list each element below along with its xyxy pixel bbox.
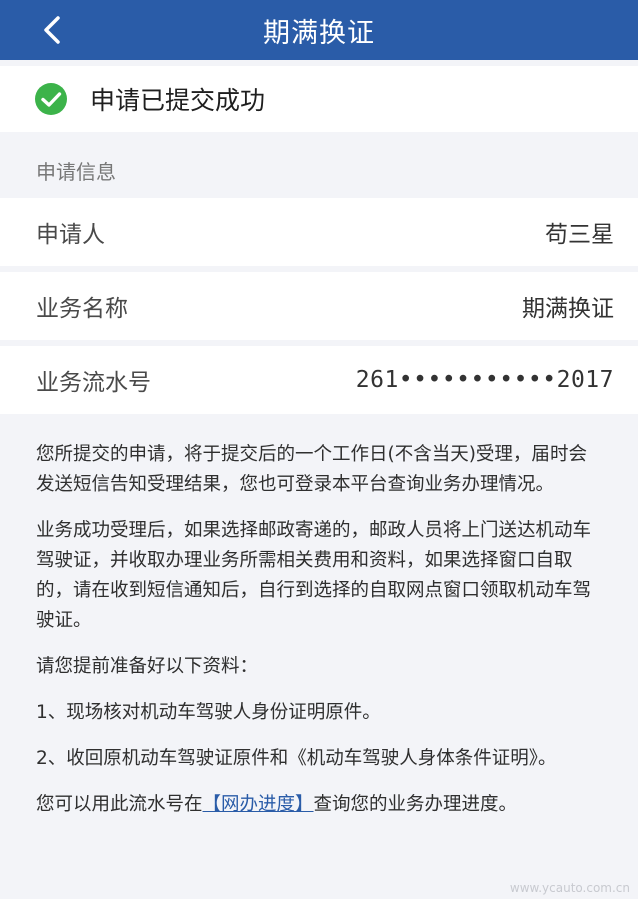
requirement-item: 2、收回原机动车驾驶证原件和《机动车驾驶人身体条件证明》。: [36, 748, 557, 769]
top-nav-bar: 期满换证: [0, 0, 638, 60]
info-row-business-name: 业务名称 期满换证: [0, 272, 638, 340]
requirement-item: 1、现场核对机动车驾驶人身份证明原件。: [36, 702, 381, 723]
progress-hint: 您可以用此流水号在【网办进度】查询您的业务办理进度。: [36, 790, 604, 820]
progress-link[interactable]: 【网办进度】: [203, 794, 314, 815]
check-circle-icon: [34, 82, 68, 116]
notice-panel: 您所提交的申请，将于提交后的一个工作日(不含当天)受理，届时会发送短信告知受理结…: [0, 416, 638, 899]
back-button[interactable]: [28, 6, 76, 54]
notice-paragraph: 业务成功受理后，如果选择邮政寄递的，邮政人员将上门送达机动车驾驶证，并收取办理业…: [36, 520, 592, 631]
applicant-value: 苟三星: [545, 222, 614, 248]
section-title: 申请信息: [36, 160, 116, 184]
notice-paragraph: 您所提交的申请，将于提交后的一个工作日(不含当天)受理，届时会发送短信告知受理结…: [36, 444, 587, 495]
page-title: 期满换证: [263, 17, 375, 49]
serial-number-value: 261•••••••••••2017: [355, 367, 614, 393]
serial-number-label: 业务流水号: [36, 370, 151, 396]
notice-paragraph: 请您提前准备好以下资料：: [36, 656, 259, 677]
business-name-value: 期满换证: [522, 296, 614, 322]
success-banner: 申请已提交成功: [0, 66, 638, 132]
progress-hint-suffix: 查询您的业务办理进度。: [313, 794, 518, 815]
business-name-label: 业务名称: [36, 296, 128, 322]
applicant-label: 申请人: [36, 222, 105, 248]
watermark: www.ycauto.com.cn: [509, 881, 630, 895]
info-row-serial-number: 业务流水号 261•••••••••••2017: [0, 346, 638, 414]
info-row-applicant: 申请人 苟三星: [0, 198, 638, 266]
progress-hint-prefix: 您可以用此流水号在: [36, 794, 203, 815]
success-message: 申请已提交成功: [90, 86, 266, 115]
chevron-left-icon: [44, 16, 60, 44]
